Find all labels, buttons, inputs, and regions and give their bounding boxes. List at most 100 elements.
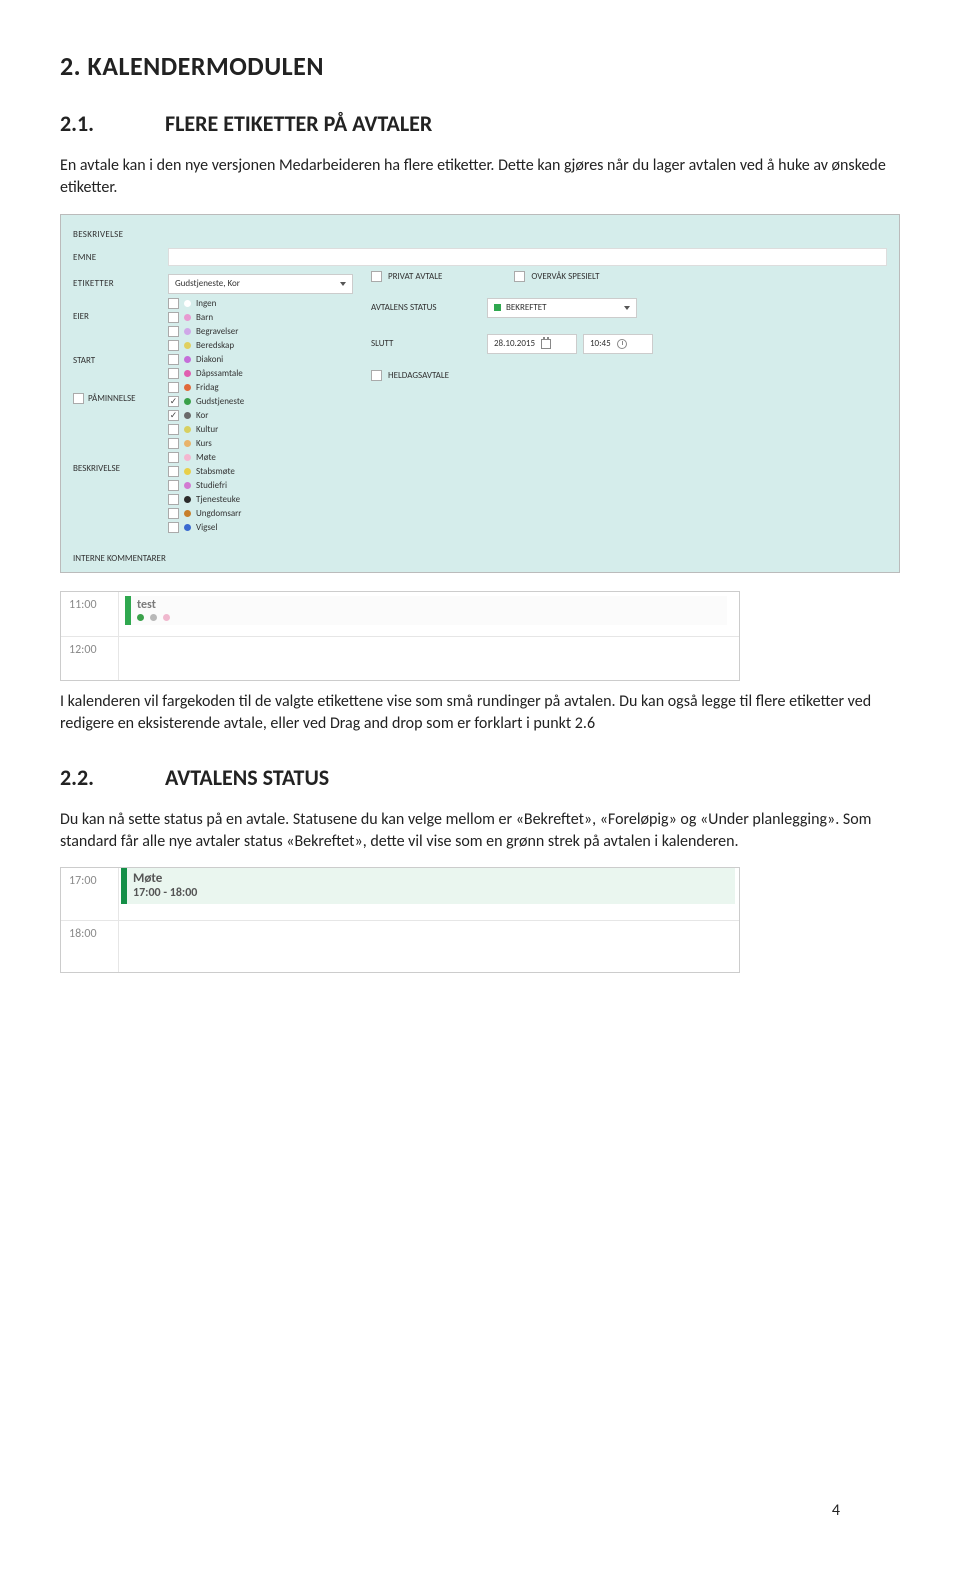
etikett-checkbox[interactable] — [168, 340, 179, 351]
etikett-checkbox[interactable] — [168, 522, 179, 533]
calendar-event[interactable]: test — [125, 596, 727, 625]
etikett-option[interactable]: Kultur — [168, 424, 273, 435]
color-dot-icon — [184, 384, 191, 391]
event-title: test — [137, 598, 721, 612]
privat-avtale-checkbox[interactable] — [371, 271, 382, 282]
etikett-checkbox[interactable] — [168, 368, 179, 379]
etikett-checkbox[interactable] — [168, 354, 179, 365]
tag-dot-icon — [163, 614, 170, 621]
time-label: 18:00 — [61, 921, 119, 972]
etikett-checkbox[interactable] — [168, 382, 179, 393]
color-dot-icon — [184, 356, 191, 363]
color-dot-icon — [184, 426, 191, 433]
etikett-checkbox[interactable] — [168, 452, 179, 463]
chevron-down-icon — [340, 282, 346, 286]
etikett-option[interactable]: Gudstjeneste — [168, 396, 273, 407]
etikett-label: Begravelser — [196, 326, 238, 337]
color-dot-icon — [184, 468, 191, 475]
etikett-option[interactable]: Dåpssamtale — [168, 368, 273, 379]
color-dot-icon — [184, 342, 191, 349]
etikett-label: Stabsmøte — [196, 466, 235, 477]
label-emne: EMNE — [73, 248, 168, 263]
color-dot-icon — [184, 524, 191, 531]
section-title: KALENDERMODULEN — [88, 50, 324, 82]
calendar-event[interactable]: Møte 17:00 - 18:00 — [121, 868, 735, 904]
etikett-checkbox[interactable] — [168, 508, 179, 519]
etikett-option[interactable]: Diakoni — [168, 354, 273, 365]
subsection-heading-2: 2.2. AVTALENS STATUS — [60, 764, 900, 791]
etikett-option[interactable]: Begravelser — [168, 326, 273, 337]
etikett-checkbox[interactable] — [168, 494, 179, 505]
etikett-option[interactable]: Fridag — [168, 382, 273, 393]
slutt-date-value: 28.10.2015 — [494, 338, 535, 349]
calendar-preview-1: 11:00 test 12:00 — [60, 591, 740, 681]
etiketter-dropdown[interactable]: Gudstjeneste, Kor — [168, 274, 353, 294]
etikett-label: Kurs — [196, 438, 212, 449]
tag-dot-icon — [137, 614, 144, 621]
label-etiketter: ETIKETTER — [73, 274, 168, 289]
heldag-checkbox[interactable] — [371, 370, 382, 381]
overvak-checkbox[interactable] — [514, 271, 525, 282]
etikett-checkbox[interactable] — [168, 312, 179, 323]
label-overvak: OVERVÅK SPESIELT — [531, 271, 599, 282]
paminnelse-checkbox[interactable] — [73, 393, 84, 404]
label-privat: PRIVAT AVTALE — [388, 271, 442, 282]
color-dot-icon — [184, 398, 191, 405]
color-dot-icon — [184, 300, 191, 307]
etikett-checkbox[interactable] — [168, 480, 179, 491]
etikett-option[interactable]: Kurs — [168, 438, 273, 449]
subsection-1-title: FLERE ETIKETTER PÅ AVTALER — [165, 110, 432, 137]
color-dot-icon — [184, 314, 191, 321]
etikett-label: Ingen — [196, 298, 216, 309]
tag-dot-icon — [150, 614, 157, 621]
status-value: BEKREFTET — [506, 302, 547, 313]
etikett-label: Studiefri — [196, 480, 227, 491]
color-dot-icon — [184, 496, 191, 503]
etikett-checkbox[interactable] — [168, 326, 179, 337]
etikett-option[interactable]: Tjenesteuke — [168, 494, 273, 505]
etikett-option[interactable]: Møte — [168, 452, 273, 463]
etikett-option[interactable]: Studiefri — [168, 480, 273, 491]
etikett-option[interactable]: Kor — [168, 410, 273, 421]
etikett-checkbox[interactable] — [168, 396, 179, 407]
emne-input[interactable] — [168, 248, 887, 266]
clock-icon — [617, 339, 627, 349]
label-eier: EIER — [73, 311, 89, 322]
appointment-form-panel: BESKRIVELSE EMNE ETIKETTER Gudstjeneste,… — [60, 214, 900, 573]
etikett-checkbox[interactable] — [168, 466, 179, 477]
etiketter-option-list: Ingen Barn Begravelser Beredskap Diakoni Dåps… — [168, 298, 273, 533]
color-dot-icon — [184, 440, 191, 447]
page-number: 4 — [832, 1501, 840, 1520]
color-dot-icon — [184, 482, 191, 489]
etikett-option[interactable]: Stabsmøte — [168, 466, 273, 477]
slutt-date-input[interactable]: 28.10.2015 — [487, 334, 577, 354]
event-tag-dots — [137, 614, 721, 621]
etikett-option[interactable]: Vigsel — [168, 522, 273, 533]
etikett-option[interactable]: Barn — [168, 312, 273, 323]
label-start: START — [73, 355, 95, 366]
label-heldag: HELDAGSAVTALE — [388, 370, 449, 381]
subsection-heading-1: 2.1. FLERE ETIKETTER PÅ AVTALER — [60, 110, 900, 137]
etikett-checkbox[interactable] — [168, 298, 179, 309]
label-beskrivelse-2: BESKRIVELSE — [73, 463, 120, 474]
color-dot-icon — [184, 510, 191, 517]
section-heading: 2. KALENDERMODULEN — [60, 50, 900, 82]
etikett-label: Kultur — [196, 424, 218, 435]
status-dropdown[interactable]: BEKREFTET — [487, 298, 637, 318]
etiketter-value: Gudstjeneste, Kor — [175, 278, 240, 289]
paragraph-3: Du kan nå sette status på en avtale. Sta… — [60, 809, 900, 854]
event-time-range: 17:00 - 18:00 — [133, 886, 729, 900]
etikett-checkbox[interactable] — [168, 424, 179, 435]
etikett-option[interactable]: Ingen — [168, 298, 273, 309]
etikett-option[interactable]: Beredskap — [168, 340, 273, 351]
label-slutt: SLUTT — [371, 338, 481, 349]
etikett-checkbox[interactable] — [168, 438, 179, 449]
etikett-label: Beredskap — [196, 340, 234, 351]
paragraph-1: En avtale kan i den nye versjonen Medarb… — [60, 155, 900, 200]
etikett-checkbox[interactable] — [168, 410, 179, 421]
etikett-option[interactable]: Ungdomsarr — [168, 508, 273, 519]
slutt-time-input[interactable]: 10:45 — [583, 334, 653, 354]
paragraph-2: I kalenderen vil fargekoden til de valgt… — [60, 691, 900, 736]
chevron-down-icon — [624, 306, 630, 310]
calendar-icon — [541, 339, 551, 349]
